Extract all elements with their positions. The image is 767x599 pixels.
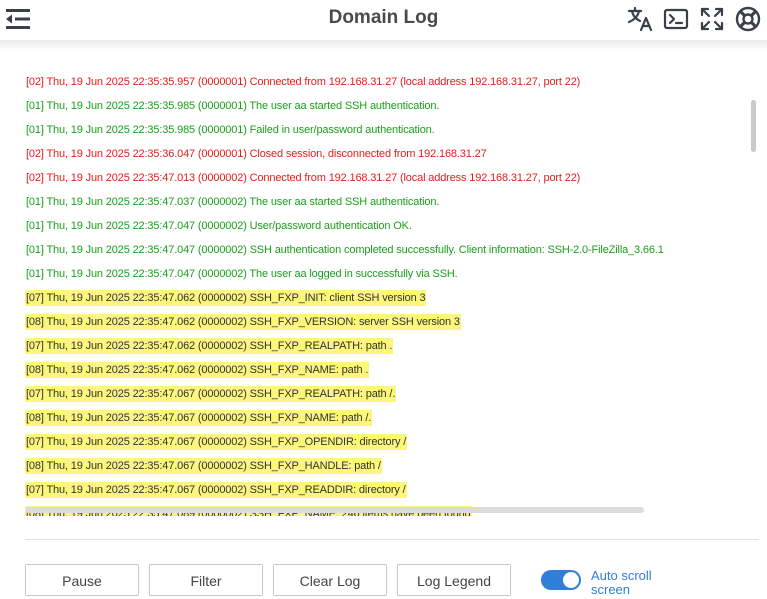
- log-line: [01] Thu, 19 Jun 2025 22:35:35.985 (0000…: [25, 118, 737, 142]
- log-line-text: [08] Thu, 19 Jun 2025 22:35:47.062 (0000…: [25, 314, 461, 330]
- log-line: [01] Thu, 19 Jun 2025 22:35:47.047 (0000…: [25, 238, 737, 262]
- log-line: [07] Thu, 19 Jun 2025 22:35:47.067 (0000…: [25, 382, 737, 406]
- log-line: [02] Thu, 19 Jun 2025 22:35:47.013 (0000…: [25, 166, 737, 190]
- log-legend-button[interactable]: Log Legend: [397, 564, 511, 596]
- help-lifebuoy-icon[interactable]: [734, 5, 762, 33]
- log-line-text: [07] Thu, 19 Jun 2025 22:35:47.067 (0000…: [25, 386, 397, 402]
- toggle-knob: [563, 572, 579, 588]
- log-line-text: [07] Thu, 19 Jun 2025 22:35:47.067 (0000…: [25, 482, 407, 498]
- log-line: [08] Thu, 19 Jun 2025 22:35:47.067 (0000…: [25, 406, 737, 430]
- fullscreen-icon[interactable]: [698, 5, 726, 33]
- log-line: [08] Thu, 19 Jun 2025 22:35:47.067 (0000…: [25, 454, 737, 478]
- log-line: [07] Thu, 19 Jun 2025 22:35:47.062 (0000…: [25, 334, 737, 358]
- log-line-text: [07] Thu, 19 Jun 2025 22:35:47.062 (0000…: [25, 290, 427, 306]
- horizontal-scrollbar[interactable]: [25, 507, 644, 513]
- log-line-text: [01] Thu, 19 Jun 2025 22:35:47.047 (0000…: [26, 220, 412, 232]
- log-line-text: [01] Thu, 19 Jun 2025 22:35:47.037 (0000…: [26, 196, 440, 208]
- log-line: [02] Thu, 19 Jun 2025 22:35:36.047 (0000…: [25, 142, 737, 166]
- log-line-text: [07] Thu, 19 Jun 2025 22:35:47.067 (0000…: [25, 434, 408, 450]
- log-line: [08] Thu, 19 Jun 2025 22:35:47.062 (0000…: [25, 310, 737, 334]
- log-line-text: [01] Thu, 19 Jun 2025 22:35:35.985 (0000…: [26, 100, 440, 112]
- log-line-text: [08] Thu, 19 Jun 2025 22:35:47.067 (0000…: [25, 458, 382, 474]
- translate-icon[interactable]: [626, 5, 654, 33]
- log-line-text: [08] Thu, 19 Jun 2025 22:35:47.067 (0000…: [25, 410, 373, 426]
- header-bar: Domain Log: [0, 0, 767, 40]
- log-line-text: [02] Thu, 19 Jun 2025 22:35:47.013 (0000…: [26, 172, 581, 184]
- log-line: [07] Thu, 19 Jun 2025 22:35:47.062 (0000…: [25, 286, 737, 310]
- log-line-text: [07] Thu, 19 Jun 2025 22:35:47.062 (0000…: [25, 338, 394, 354]
- log-line-text: [08] Thu, 19 Jun 2025 22:35:47.062 (0000…: [25, 362, 370, 378]
- log-line: [01] Thu, 19 Jun 2025 22:35:47.037 (0000…: [25, 190, 737, 214]
- log-lines: [02] Thu, 19 Jun 2025 22:35:35.957 (0000…: [25, 70, 737, 516]
- log-line: [01] Thu, 19 Jun 2025 22:35:47.047 (0000…: [25, 214, 737, 238]
- auto-scroll-label: Auto scroll screen: [591, 568, 652, 597]
- auto-scroll-toggle[interactable]: [541, 570, 581, 590]
- pause-button[interactable]: Pause: [25, 564, 139, 596]
- log-line-text: [01] Thu, 19 Jun 2025 22:35:35.985 (0000…: [26, 124, 435, 136]
- log-line-text: [02] Thu, 19 Jun 2025 22:35:35.957 (0000…: [26, 76, 581, 88]
- divider: [25, 539, 759, 540]
- log-line: [07] Thu, 19 Jun 2025 22:35:47.067 (0000…: [25, 430, 737, 454]
- log-viewer[interactable]: [02] Thu, 19 Jun 2025 22:35:35.957 (0000…: [0, 48, 767, 516]
- log-line: [01] Thu, 19 Jun 2025 22:35:35.985 (0000…: [25, 94, 737, 118]
- log-line-text: [01] Thu, 19 Jun 2025 22:35:47.047 (0000…: [26, 268, 458, 280]
- clear-log-button[interactable]: Clear Log: [273, 564, 387, 596]
- vertical-scrollbar[interactable]: [751, 100, 756, 152]
- log-line-text: [01] Thu, 19 Jun 2025 22:35:47.047 (0000…: [26, 244, 664, 256]
- log-line: [08] Thu, 19 Jun 2025 22:35:47.062 (0000…: [25, 358, 737, 382]
- log-line: [01] Thu, 19 Jun 2025 22:35:47.047 (0000…: [25, 262, 737, 286]
- filter-button[interactable]: Filter: [149, 564, 263, 596]
- log-line: [07] Thu, 19 Jun 2025 22:35:47.067 (0000…: [25, 478, 737, 502]
- log-line: [02] Thu, 19 Jun 2025 22:35:35.957 (0000…: [25, 70, 737, 94]
- terminal-icon[interactable]: [662, 5, 690, 33]
- log-line-text: [02] Thu, 19 Jun 2025 22:35:36.047 (0000…: [26, 148, 487, 160]
